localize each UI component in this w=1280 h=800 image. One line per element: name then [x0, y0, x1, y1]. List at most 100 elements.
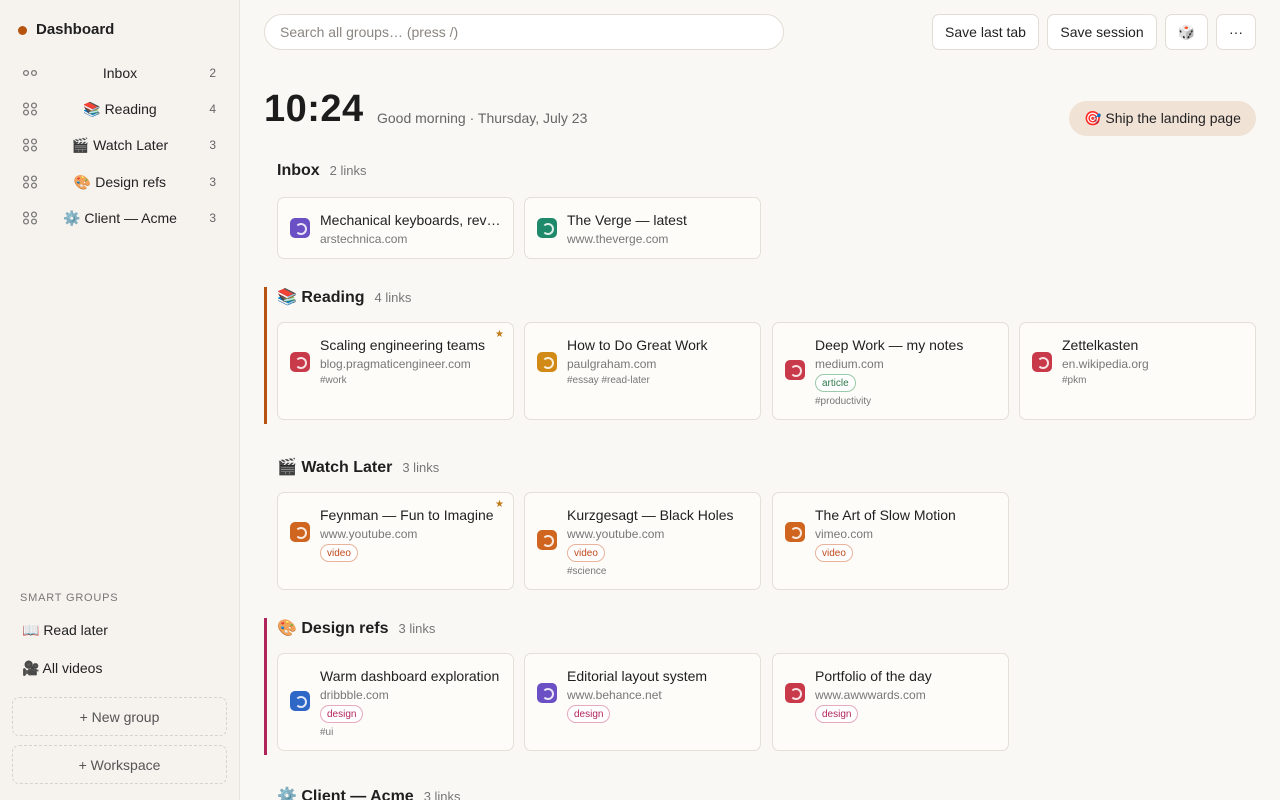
hashtags[interactable]: #pkm — [1062, 375, 1086, 386]
link-title: Feynman — Fun to Imagine — [320, 507, 494, 523]
sidebar-item-client-acme[interactable]: ⚙️ Client — Acme 3 — [12, 203, 228, 233]
link-domain: www.theverge.com — [567, 232, 669, 246]
favicon-icon — [290, 218, 310, 238]
group-title: 🎬 Watch Later — [277, 459, 393, 476]
link-card[interactable]: Scaling engineering teams blog.pragmatice… — [277, 322, 514, 420]
sidebar-item-reading[interactable]: 📚 Reading 4 — [12, 94, 228, 124]
link-title: Warm dashboard exploration — [320, 668, 500, 684]
favicon-icon — [537, 530, 557, 550]
star-icon[interactable]: ★ — [495, 329, 504, 340]
sidebar-item-count: 3 — [209, 138, 216, 152]
hashtags[interactable]: #essay #read-later — [567, 375, 650, 386]
link-card[interactable]: Deep Work — my notes medium.com article #pr… — [772, 322, 1009, 420]
link-domain: www.youtube.com — [320, 527, 418, 541]
link-card[interactable]: The Verge — latest www.theverge.com — [524, 197, 761, 259]
link-domain: dribbble.com — [320, 688, 389, 702]
greeting-text: Good morning · Thursday, July 23 — [377, 110, 588, 126]
group-inbox: Inbox 2 links Mechanical keyboards, revisi… — [264, 162, 1264, 262]
brand[interactable]: Dashboard — [18, 21, 114, 38]
drag-handle-icon[interactable] — [22, 211, 40, 225]
link-domain: vimeo.com — [815, 527, 874, 541]
sidebar-item-label: 🎨 Design refs — [73, 173, 167, 190]
link-domain: paulgraham.com — [567, 357, 657, 371]
drag-handle-icon[interactable] — [22, 102, 40, 116]
sidebar-item-inbox[interactable]: Inbox 2 — [12, 58, 228, 88]
save-session-button[interactable]: Save session — [1047, 14, 1157, 50]
sidebar-item-label: Inbox — [102, 65, 138, 81]
tag-badge[interactable]: video — [567, 544, 605, 562]
goal-pill[interactable]: 🎯 Ship the landing page — [1069, 101, 1256, 136]
tag-badge[interactable]: article — [815, 374, 856, 392]
save-last-tab-button[interactable]: Save last tab — [932, 14, 1039, 50]
link-title: The Art of Slow Motion — [815, 507, 956, 523]
link-card[interactable]: How to Do Great Work paulgraham.com #essay… — [524, 322, 761, 420]
tag-badge[interactable]: design — [567, 705, 611, 723]
favicon-icon — [537, 683, 557, 703]
group-header[interactable]: Inbox 2 links — [277, 162, 367, 180]
link-domain: www.awwwards.com — [815, 688, 926, 702]
more-menu-button[interactable]: ··· — [1216, 14, 1256, 50]
tag-badge[interactable]: video — [815, 544, 853, 562]
favicon-icon — [290, 522, 310, 542]
favicon-icon — [785, 522, 805, 542]
link-title: Kurzgesagt — Black Holes — [567, 507, 734, 523]
link-card[interactable]: Kurzgesagt — Black Holes www.youtube.com v… — [524, 492, 761, 590]
tag-badge[interactable]: video — [320, 544, 358, 562]
star-icon[interactable]: ★ — [495, 499, 504, 510]
random-dice-button[interactable]: 🎲 — [1165, 14, 1208, 50]
sidebar-item-count: 4 — [209, 102, 216, 116]
favicon-icon — [537, 218, 557, 238]
drag-handle-icon[interactable] — [22, 138, 40, 152]
group-link-count: 3 links — [402, 460, 440, 475]
drag-handle-icon[interactable] — [22, 66, 40, 80]
link-card[interactable]: Feynman — Fun to Imagine www.youtube.com ★… — [277, 492, 514, 590]
link-title: The Verge — latest — [567, 212, 687, 228]
more-icon: ··· — [1229, 24, 1243, 40]
hashtags[interactable]: #science — [567, 566, 606, 577]
link-title: Mechanical keyboards, revisited — [320, 212, 501, 228]
link-card[interactable]: Mechanical keyboards, revisited arstechni… — [277, 197, 514, 259]
smart-groups-heading: SMART GROUPS — [20, 592, 119, 604]
link-domain: arstechnica.com — [320, 232, 408, 246]
new-workspace-button[interactable]: + Workspace — [12, 745, 227, 784]
new-group-button[interactable]: + New group — [12, 697, 227, 736]
tag-badge[interactable]: design — [320, 705, 364, 723]
hashtags[interactable]: #productivity — [815, 396, 871, 407]
group-reading: 📚 Reading 4 links Scaling engineering team… — [264, 287, 1264, 424]
smart-group-all-videos[interactable]: 🎥 All videos — [22, 660, 102, 677]
sidebar-item-watch-later[interactable]: 🎬 Watch Later 3 — [12, 130, 228, 160]
favicon-icon — [537, 352, 557, 372]
sidebar: Dashboard Inbox 2 📚 Reading 4 🎬 Watch Later 3… — [0, 0, 240, 800]
group-header[interactable]: 🎨 Design refs 3 links — [277, 618, 435, 638]
favicon-icon — [785, 683, 805, 703]
group-header[interactable]: 📚 Reading 4 links — [277, 287, 411, 307]
group-title: Inbox — [277, 162, 320, 179]
clock-time: 10:24 — [264, 88, 364, 130]
brand-title: Dashboard — [36, 21, 115, 38]
link-title: Portfolio of the day — [815, 668, 932, 684]
link-card[interactable]: Editorial layout system www.behance.net de… — [524, 653, 761, 751]
link-card[interactable]: Zettelkasten en.wikipedia.org #pkm — [1019, 322, 1256, 420]
tag-badge[interactable]: design — [815, 705, 859, 723]
group-title: 🎨 Design refs — [277, 620, 389, 637]
sidebar-item-design-refs[interactable]: 🎨 Design refs 3 — [12, 167, 228, 197]
link-card[interactable]: The Art of Slow Motion vimeo.com video — [772, 492, 1009, 590]
link-domain: en.wikipedia.org — [1062, 357, 1149, 371]
link-title: Zettelkasten — [1062, 337, 1139, 353]
sidebar-item-count: 3 — [209, 175, 216, 189]
link-card[interactable]: Portfolio of the day www.awwwards.com desi… — [772, 653, 1009, 751]
link-title: Editorial layout system — [567, 668, 708, 684]
sidebar-item-label: ⚙️ Client — Acme — [63, 209, 177, 226]
group-header[interactable]: 🎬 Watch Later 3 links — [277, 457, 439, 477]
sidebar-item-label: 🎬 Watch Later — [71, 136, 169, 153]
search-input[interactable]: Search all groups… (press /) — [264, 14, 784, 50]
drag-handle-icon[interactable] — [22, 175, 40, 189]
sidebar-item-count: 3 — [209, 211, 216, 225]
hashtags[interactable]: #ui — [320, 727, 333, 738]
link-card[interactable]: Warm dashboard exploration dribbble.com de… — [277, 653, 514, 751]
hashtags[interactable]: #work — [320, 375, 347, 386]
sidebar-item-count: 2 — [209, 66, 216, 80]
group-title: 📚 Reading — [277, 289, 365, 306]
group-header[interactable]: ⚙️ Client — Acme 3 links — [277, 786, 461, 800]
smart-group-read-later[interactable]: 📖 Read later — [22, 622, 108, 639]
